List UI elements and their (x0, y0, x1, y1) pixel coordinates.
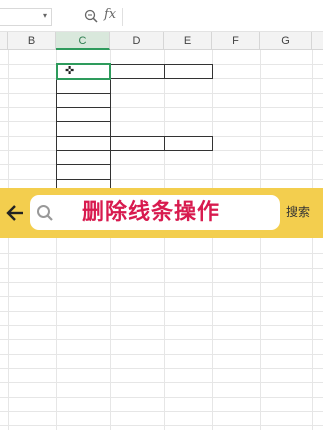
search-input[interactable]: 删除线条操作 (30, 195, 280, 230)
gridline (0, 179, 323, 180)
cell-grid[interactable]: ✜ (0, 50, 323, 430)
gridline (0, 296, 323, 297)
gridline (0, 325, 323, 326)
gridline (0, 253, 323, 254)
gridline (0, 164, 323, 165)
zoom-icon[interactable] (84, 9, 98, 23)
search-bar-overlay: 删除线条操作 搜索 (0, 188, 323, 238)
bordered-cell[interactable] (56, 78, 111, 94)
bordered-cell[interactable] (56, 121, 111, 137)
row-header-corner[interactable] (0, 32, 8, 50)
bordered-cell[interactable] (110, 64, 165, 79)
gridline (0, 397, 323, 398)
bordered-cell[interactable] (56, 93, 111, 108)
chevron-down-icon[interactable]: ▾ (43, 11, 47, 20)
gridline (0, 107, 323, 108)
bordered-cell[interactable] (164, 64, 213, 79)
fx-icon[interactable]: fx (104, 7, 116, 22)
gridline (0, 121, 323, 122)
bordered-cell[interactable] (110, 136, 165, 151)
column-header-g[interactable]: G (260, 32, 312, 50)
search-icon (37, 205, 53, 221)
bordered-cell[interactable] (56, 136, 111, 151)
column-header-row: B C D E F G (0, 32, 323, 50)
gridline (0, 354, 323, 355)
column-header-e[interactable]: E (164, 32, 212, 50)
column-header-d[interactable]: D (110, 32, 164, 50)
gridline (0, 282, 323, 283)
formula-bar: ▾ fx (0, 0, 323, 32)
bordered-cell[interactable] (164, 136, 213, 151)
back-arrow-icon[interactable] (4, 201, 26, 225)
gridline (0, 368, 323, 369)
crosshair-cursor-icon: ✜ (65, 65, 75, 77)
bordered-cell[interactable] (56, 107, 111, 122)
column-header-c[interactable]: C (56, 32, 110, 50)
column-header-b[interactable]: B (8, 32, 56, 50)
gridline (0, 339, 323, 340)
gridline (0, 268, 323, 269)
search-query-text: 删除线条操作 (82, 200, 221, 225)
search-button[interactable]: 搜索 (286, 203, 310, 220)
gridline (0, 411, 323, 412)
gridline (0, 425, 323, 426)
gridline (0, 382, 323, 383)
formula-input[interactable] (122, 8, 323, 26)
column-header-f[interactable]: F (212, 32, 260, 50)
bordered-cell[interactable] (56, 150, 111, 165)
gridline (0, 311, 323, 312)
gridline (0, 93, 323, 94)
name-box[interactable]: ▾ (0, 8, 52, 26)
bordered-cell[interactable] (56, 164, 111, 180)
